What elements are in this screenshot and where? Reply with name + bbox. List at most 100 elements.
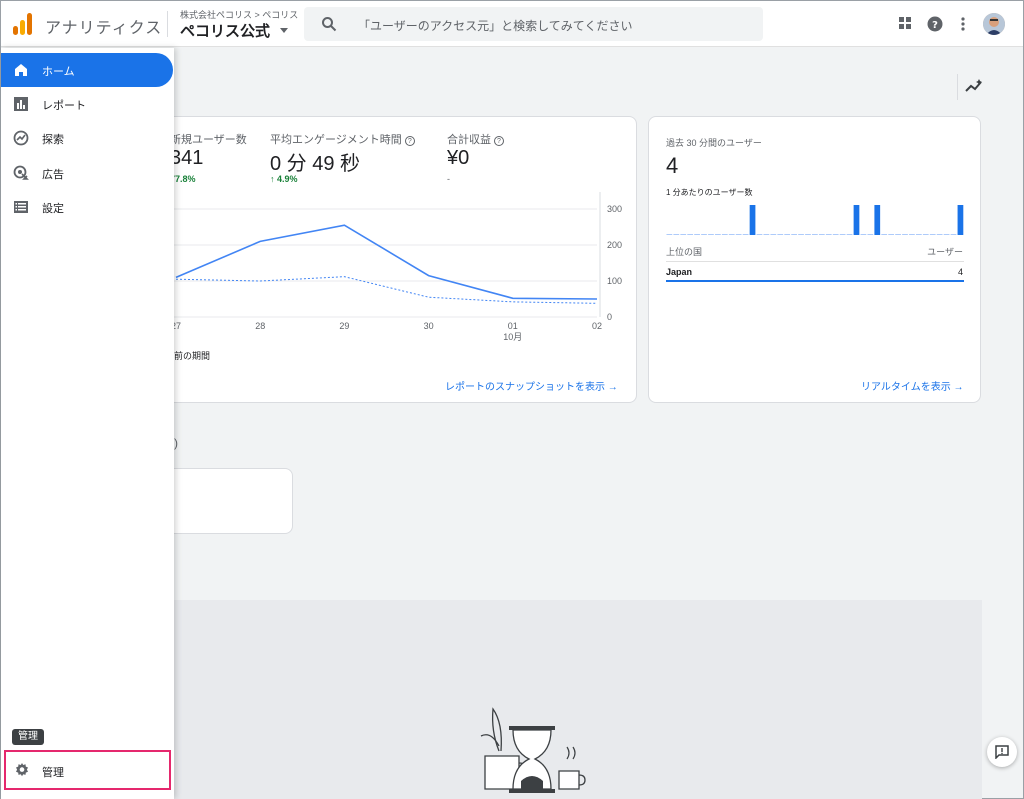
help-icon[interactable]: ? [927,16,943,32]
minute-bar [846,234,853,235]
top-app-bar: アナリティクス 株式会社ペコリス > ペコリス ペコリス公式 「ユーザーのアクセ… [1,1,1023,47]
metric-engagement-label-text: 平均エンゲージメント時間 [270,134,402,146]
minute-bar [853,205,860,235]
search-placeholder: 「ユーザーのアクセス元」と検索してみてください [358,19,633,33]
sidebar-item-configure[interactable]: 設定 [1,190,174,224]
sidebar-item-label: 広告 [42,169,64,181]
minute-bar [728,234,735,235]
minute-bar [687,234,694,235]
search-bar[interactable]: 「ユーザーのアクセス元」と検索してみてください [304,7,763,41]
minute-bar [874,205,881,235]
minute-bar [936,234,943,235]
section-heading-fragment: ) [174,436,178,450]
x-tick-label: 02 [592,321,602,331]
metric-revenue-label: 合計収益? [447,131,504,147]
view-report-snapshot-text: レポートのスナップショットを表示 [445,382,605,393]
help-icon[interactable]: ? [494,136,504,146]
header-divider [167,11,168,37]
metric-revenue-value: ¥0 [447,147,470,169]
minute-bar [902,234,908,235]
minute-bar [839,234,846,235]
minute-bar [798,234,804,235]
minute-bar [860,234,867,235]
minute-bar [715,234,721,235]
x-tick-label: 01 [508,321,518,331]
x-tick-label: 29 [339,321,349,331]
minute-bar [680,234,687,235]
x-month-label: 10月 [503,332,522,342]
arrow-right-icon: → [607,382,618,393]
view-realtime-link[interactable]: リアルタイムを表示 → [861,378,963,393]
sidebar-item-label: 探索 [42,134,64,146]
minute-bar [915,234,922,235]
table-divider [666,261,964,262]
overview-card: 新規ユーザー数 341 77.8% 平均エンゲージメント時間? 0 分 49 秒… [151,116,637,403]
avatar[interactable] [983,13,1005,35]
minute-bar [666,234,673,235]
minute-bar [867,234,874,235]
minute-bar [770,234,777,235]
feedback-button[interactable] [987,737,1017,767]
minute-bar [735,234,742,235]
view-realtime-text: リアルタイムを表示 [861,382,951,393]
sidebar-item-home[interactable]: ホーム [1,53,173,87]
metric-engagement-label: 平均エンゲージメント時間? [270,131,415,147]
y-tick-label: 0 [607,312,612,322]
metric-engagement-delta-text: 4.9% [277,174,298,184]
series-current-line [175,224,598,300]
minute-bar [825,234,832,235]
feedback-icon [995,745,1009,759]
sidebar-item-admin[interactable]: 管理 [4,750,171,790]
arrow-right-icon: → [953,382,964,393]
minute-bar [922,234,929,235]
realtime-subtitle: 1 分あたりのユーザー数 [666,188,753,197]
gear-icon [16,763,28,777]
insights-divider [957,74,958,100]
metric-new-users-label: 新規ユーザー数 [170,134,247,146]
minute-bar [742,234,749,235]
col-country-header: 上位の国 [666,247,703,257]
country-bar [666,280,964,282]
sidebar-item-explore[interactable]: 探索 [1,121,174,155]
help-icon[interactable]: ? [404,136,415,146]
sidebar-item-ads[interactable]: 広告 [1,156,174,190]
sidebar-item-label: レポート [42,100,86,112]
sidebar-item-label: 管理 [42,767,64,779]
x-tick-label: 28 [255,321,265,331]
minute-bar [957,205,964,235]
minute-bar [784,234,791,235]
minute-bar [701,234,707,235]
minute-bar [721,234,728,235]
minute-bar [694,234,700,235]
minute-bar [749,205,756,235]
realtime-card: 過去 30 分間のユーザー 4 1 分あたりのユーザー数 上位の国 ユーザー J… [648,116,981,403]
minute-bar [881,234,888,235]
realtime-value: 4 [666,153,679,178]
minute-bar [756,234,763,235]
sidebar-item-label: ホーム [42,66,75,78]
svg-text:?: ? [932,20,938,31]
hourglass-illustration [480,707,586,793]
minute-bar [888,234,894,235]
bar-chart-icon [14,97,28,111]
metric-engagement-delta: ↑ 4.9% [270,174,298,184]
metric-engagement-value: 0 分 49 秒 [270,153,361,175]
side-navigation: ホーム レポート 探索 広告 設定 管理 管理 [1,48,174,799]
chevron-down-icon[interactable] [280,28,288,33]
more-vert-icon[interactable] [959,16,967,32]
minute-bar [895,234,901,235]
minute-bar [909,234,915,235]
insights-icon[interactable] [964,78,984,94]
sidebar-item-reports[interactable]: レポート [1,87,174,121]
minute-bar [818,234,825,235]
property-selector[interactable]: ペコリス公式 [180,20,270,41]
admin-tooltip: 管理 [12,729,44,745]
view-report-snapshot-link[interactable]: レポートのスナップショットを表示 → [445,378,618,393]
minute-bar [791,234,797,235]
explore-icon [13,130,29,146]
apps-grid-icon[interactable] [898,16,912,30]
country-cell: Japan [666,267,693,277]
ads-icon [13,165,29,180]
list-icon [14,201,28,213]
realtime-title: 過去 30 分間のユーザー [666,138,762,148]
